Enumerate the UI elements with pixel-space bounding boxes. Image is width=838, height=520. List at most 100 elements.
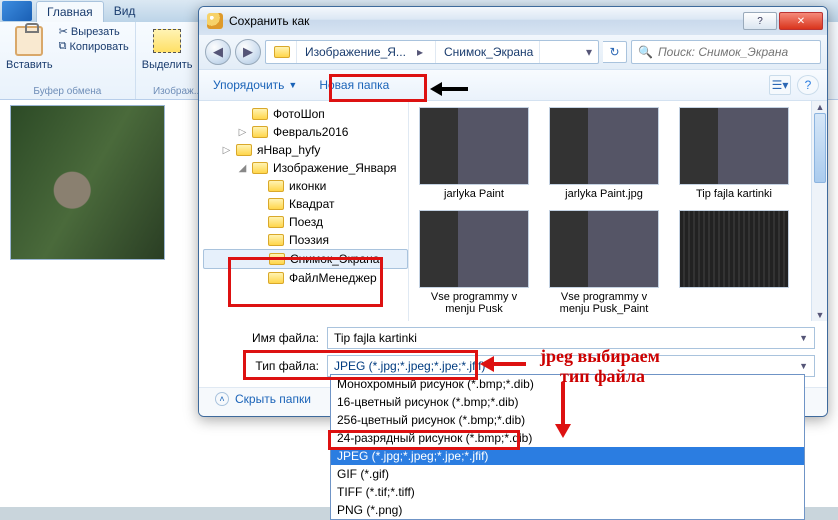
breadcrumb-seg-1[interactable]: Изображение_Я...	[305, 45, 406, 59]
filetype-option[interactable]: TIFF (*.tif;*.tiff)	[331, 483, 804, 501]
tree-item[interactable]: Квадрат	[203, 195, 408, 213]
annotation-arrow-down	[555, 382, 571, 440]
tree-item[interactable]: ▷Февраль2016	[203, 123, 408, 141]
filetype-option[interactable]: GIF (*.gif)	[331, 465, 804, 483]
folder-icon	[269, 253, 285, 265]
filetype-option[interactable]: PNG (*.png)	[331, 501, 804, 519]
annotation-text-2: тип файла	[560, 367, 645, 387]
hide-folders-label: Скрыть папки	[235, 392, 311, 406]
new-folder-button[interactable]: Новая папка	[313, 75, 395, 95]
thumbnail-image	[679, 210, 789, 288]
tree-item[interactable]: Снимок_Экрана	[203, 249, 408, 269]
scissors-icon: ✂	[59, 25, 68, 38]
help-icon-button[interactable]: ?	[797, 75, 819, 95]
tree-item-label: Поезд	[289, 215, 323, 229]
dialog-body: ФотоШоп▷Февраль2016▷яНвар_hyfy◢Изображен…	[199, 101, 827, 321]
filetype-option[interactable]: JPEG (*.jpg;*.jpeg;*.jpe;*.jfif)	[331, 447, 804, 465]
tree-item[interactable]: Поэзия	[203, 231, 408, 249]
breadcrumb[interactable]: Изображение_Я...▸ Снимок_Экрана ▾	[265, 40, 599, 64]
thumbnail-image	[679, 107, 789, 185]
scroll-up-icon[interactable]: ▲	[812, 101, 827, 113]
tree-item-label: Февраль2016	[273, 125, 348, 139]
annotation-arrow-newfolder	[430, 82, 470, 96]
tree-item-label: Изображение_Января	[273, 161, 397, 175]
file-thumbnail[interactable]: jarlyka Paint	[415, 107, 533, 200]
annotation-text-1: jpeg выбираем	[540, 347, 660, 367]
breadcrumb-dropdown[interactable]: ▾	[580, 45, 598, 59]
file-thumbnail[interactable]: jarlyka Paint.jpg	[545, 107, 663, 200]
thumbnail-scrollbar[interactable]: ▲ ▼	[811, 101, 827, 321]
tree-item-label: Снимок_Экрана	[290, 252, 379, 266]
paint-tab-view[interactable]: Вид	[104, 1, 146, 21]
tree-item[interactable]: ФотоШоп	[203, 105, 408, 123]
select-icon	[153, 29, 181, 53]
file-thumbnail[interactable]: Vse programmy v menju Pusk	[415, 210, 533, 315]
thumbnail-image	[419, 107, 529, 185]
copy-icon: ⧉	[59, 40, 67, 53]
tree-item-label: Квадрат	[289, 197, 335, 211]
folder-tree[interactable]: ФотоШоп▷Февраль2016▷яНвар_hyfy◢Изображен…	[199, 101, 409, 321]
close-button[interactable]: ✕	[779, 12, 823, 30]
thumbnail-label: Tip fajla kartinki	[696, 188, 772, 200]
refresh-button[interactable]: ↻	[603, 41, 627, 63]
file-thumbnail-pane[interactable]: jarlyka Paint jarlyka Paint.jpg Tip fajla …	[409, 101, 827, 321]
annotation-arrow-filetype	[480, 356, 528, 372]
dialog-titlebar[interactable]: Сохранить как ? ✕	[199, 7, 827, 35]
scroll-down-icon[interactable]: ▼	[812, 309, 827, 321]
folder-icon	[268, 180, 284, 192]
nav-forward-button[interactable]: ▶	[235, 39, 261, 65]
tree-item-label: яНвар_hyfy	[257, 143, 320, 157]
filetype-value: JPEG (*.jpg;*.jpeg;*.jpe;*.jfif)	[334, 359, 485, 373]
folder-icon	[268, 216, 284, 228]
tree-item[interactable]: Поезд	[203, 213, 408, 231]
search-box[interactable]: 🔍	[631, 40, 821, 64]
hide-folders-toggle[interactable]: ˄ Скрыть папки	[215, 392, 311, 406]
filetype-label: Тип файла:	[239, 359, 319, 373]
dialog-toolbar: Упорядочить▼ Новая папка ☰▾ ?	[199, 69, 827, 101]
thumbnail-label: jarlyka Paint	[444, 188, 504, 200]
paint-tab-home[interactable]: Главная	[36, 1, 104, 22]
tree-item-label: Поэзия	[289, 233, 329, 247]
thumbnail-label: Vse programmy v menju Pusk	[415, 291, 533, 315]
image-group-label: Изображ...	[153, 86, 202, 97]
filename-label: Имя файла:	[239, 331, 319, 345]
breadcrumb-seg-2[interactable]: Снимок_Экрана	[444, 45, 533, 59]
file-thumbnail[interactable]	[675, 210, 793, 315]
folder-icon	[268, 198, 284, 210]
search-input[interactable]	[658, 45, 815, 59]
file-thumbnail[interactable]: Vse programmy v menju Pusk_Paint	[545, 210, 663, 315]
filename-value: Tip fajla kartinki	[334, 331, 417, 345]
thumbnail-label: jarlyka Paint.jpg	[565, 188, 643, 200]
thumbnail-image	[419, 210, 529, 288]
navigation-row: ◀ ▶ Изображение_Я...▸ Снимок_Экрана ▾ ↻ …	[199, 35, 827, 69]
paint-app-menu[interactable]	[2, 1, 32, 21]
folder-icon	[252, 126, 268, 138]
select-button[interactable]: Выделить	[142, 25, 193, 71]
clipboard-icon	[15, 26, 43, 56]
search-icon: 🔍	[638, 45, 653, 59]
tree-item[interactable]: ▷яНвар_hyfy	[203, 141, 408, 159]
file-thumbnail[interactable]: Tip fajla kartinki	[675, 107, 793, 200]
paint-canvas-image[interactable]	[10, 105, 165, 260]
organize-button[interactable]: Упорядочить▼	[207, 75, 303, 95]
nav-back-button[interactable]: ◀	[205, 39, 231, 65]
copy-button[interactable]: ⧉Копировать	[59, 40, 129, 53]
dialog-title: Сохранить как	[229, 14, 309, 28]
help-button[interactable]: ?	[743, 12, 777, 30]
scroll-thumb[interactable]	[814, 113, 826, 183]
thumbnail-image	[549, 107, 659, 185]
folder-icon	[268, 234, 284, 246]
tree-item[interactable]: иконки	[203, 177, 408, 195]
paste-button[interactable]: Вставить	[6, 25, 53, 71]
folder-icon	[274, 46, 290, 58]
folder-icon	[252, 108, 268, 120]
chevron-down-icon[interactable]: ▼	[799, 361, 808, 371]
folder-icon	[268, 272, 284, 284]
cut-button[interactable]: ✂Вырезать	[59, 25, 129, 38]
chevron-down-icon[interactable]: ▼	[799, 333, 808, 343]
tree-item[interactable]: ◢Изображение_Января	[203, 159, 408, 177]
folder-icon	[236, 144, 252, 156]
tree-item[interactable]: ФайлМенеджер	[203, 269, 408, 287]
tree-item-label: иконки	[289, 179, 326, 193]
view-mode-button[interactable]: ☰▾	[769, 75, 791, 95]
